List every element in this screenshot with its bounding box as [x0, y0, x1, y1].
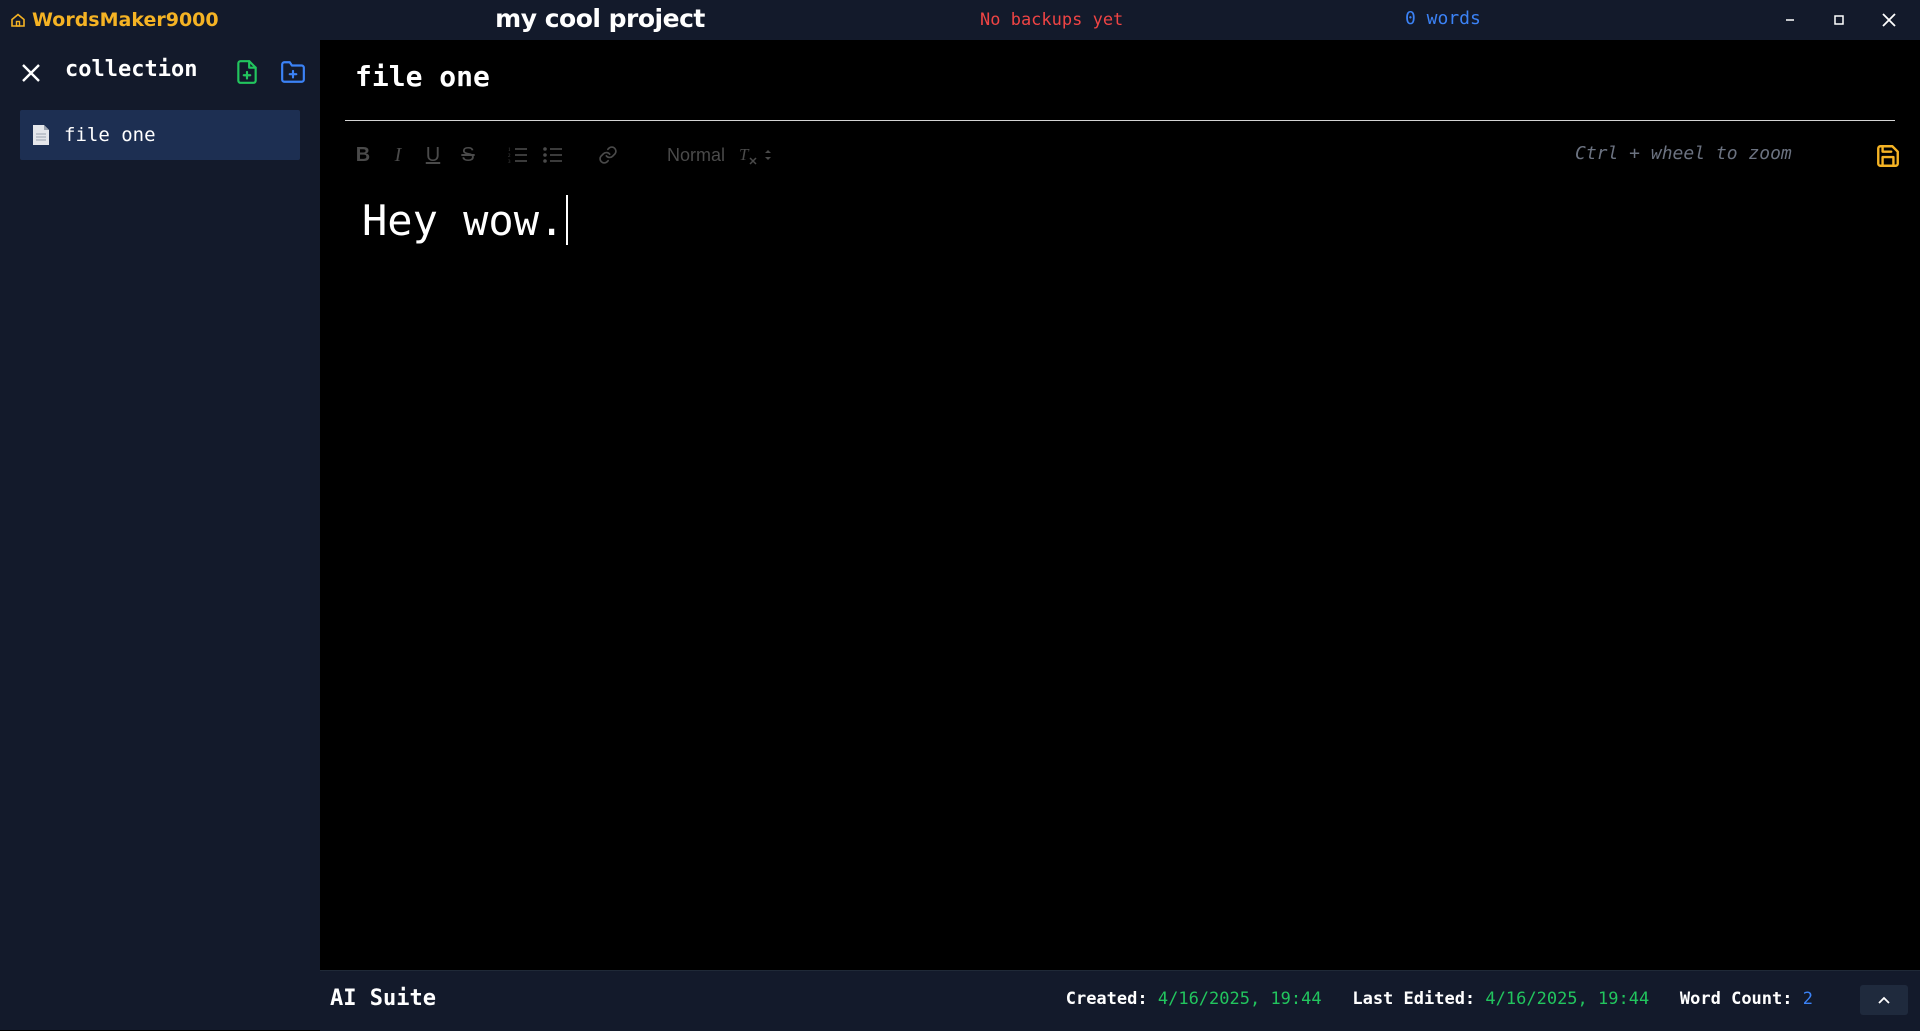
save-button[interactable]: [1875, 142, 1901, 170]
italic-button[interactable]: I: [385, 143, 411, 167]
editor-content[interactable]: Hey wow.: [362, 195, 569, 245]
bold-button[interactable]: B: [350, 143, 376, 167]
sidebar: collection file one: [0, 40, 320, 1030]
svg-text:3: 3: [508, 160, 511, 164]
save-icon: [1877, 145, 1899, 167]
created-label: Created:: [1065, 989, 1148, 1009]
new-file-button[interactable]: [234, 59, 260, 85]
sidebar-header: collection: [0, 40, 320, 106]
maximize-icon: [1834, 15, 1844, 25]
bullet-list-button[interactable]: [540, 143, 566, 167]
formatting-toolbar: B I U S 1 2 3 Normal T Ctrl + wheel to z…: [345, 135, 1900, 175]
link-button[interactable]: [595, 143, 621, 167]
project-title: my cool project: [495, 4, 705, 33]
document-title[interactable]: file one: [355, 60, 490, 93]
folder-plus-icon: [281, 61, 305, 83]
close-icon: [1882, 13, 1896, 27]
collection-title: collection: [65, 57, 198, 82]
editor-area: file one B I U S 1 2 3 Normal T Ctrl + w…: [320, 40, 1920, 970]
file-plus-icon: [237, 60, 257, 84]
title-divider: [345, 120, 1895, 121]
bullet-list-icon: [543, 147, 562, 163]
close-icon: [22, 64, 40, 82]
last-edited-value: 4/16/2025, 19:44: [1485, 989, 1650, 1009]
clear-format-button[interactable]: T: [735, 143, 761, 167]
editor-text: Hey wow.: [362, 195, 565, 245]
strikethrough-button[interactable]: S: [455, 143, 481, 167]
document-icon: [33, 125, 49, 145]
chevron-up-icon: [1878, 996, 1890, 1004]
created-value: 4/16/2025, 19:44: [1157, 989, 1322, 1009]
minimize-button[interactable]: [1775, 6, 1805, 34]
maximize-button[interactable]: [1824, 6, 1854, 34]
text-caret: [566, 195, 569, 245]
ordered-list-button[interactable]: 1 2 3: [505, 143, 531, 167]
close-sidebar-button[interactable]: [18, 60, 44, 86]
backup-status: No backups yet: [980, 10, 1124, 30]
app-brand: WordsMaker9000: [10, 9, 219, 31]
link-icon: [599, 146, 617, 164]
last-edited-label: Last Edited:: [1352, 989, 1476, 1009]
clear-format-icon: T: [739, 145, 757, 165]
svg-text:T: T: [739, 145, 750, 164]
expand-panel-button[interactable]: [1860, 985, 1908, 1015]
select-arrows-icon: [765, 150, 771, 160]
file-item-label: file one: [64, 124, 156, 146]
file-list-item[interactable]: file one: [20, 110, 300, 160]
word-count-label: Word Count:: [1679, 989, 1793, 1009]
text-format-value: Normal: [667, 145, 726, 165]
document-metadata: Created: 4/16/2025, 19:44 Last Edited: 4…: [1066, 989, 1813, 1009]
title-bar: WordsMaker9000 my cool project No backup…: [0, 0, 1920, 40]
app-name: WordsMaker9000: [32, 9, 219, 31]
ai-suite-button[interactable]: AI Suite: [330, 986, 436, 1011]
svg-text:1: 1: [508, 148, 511, 153]
close-window-button[interactable]: [1874, 6, 1904, 34]
ordered-list-icon: 1 2 3: [508, 148, 527, 164]
word-count-status: 0 words: [1405, 8, 1481, 29]
new-folder-button[interactable]: [279, 59, 307, 85]
minimize-icon: [1786, 19, 1794, 21]
underline-button[interactable]: U: [420, 143, 446, 167]
status-footer: AI Suite Created: 4/16/2025, 19:44 Last …: [320, 970, 1920, 1031]
zoom-hint: Ctrl + wheel to zoom: [1575, 143, 1792, 164]
svg-text:2: 2: [508, 154, 511, 159]
home-icon: [11, 13, 25, 27]
word-count-value: 2: [1802, 989, 1813, 1009]
